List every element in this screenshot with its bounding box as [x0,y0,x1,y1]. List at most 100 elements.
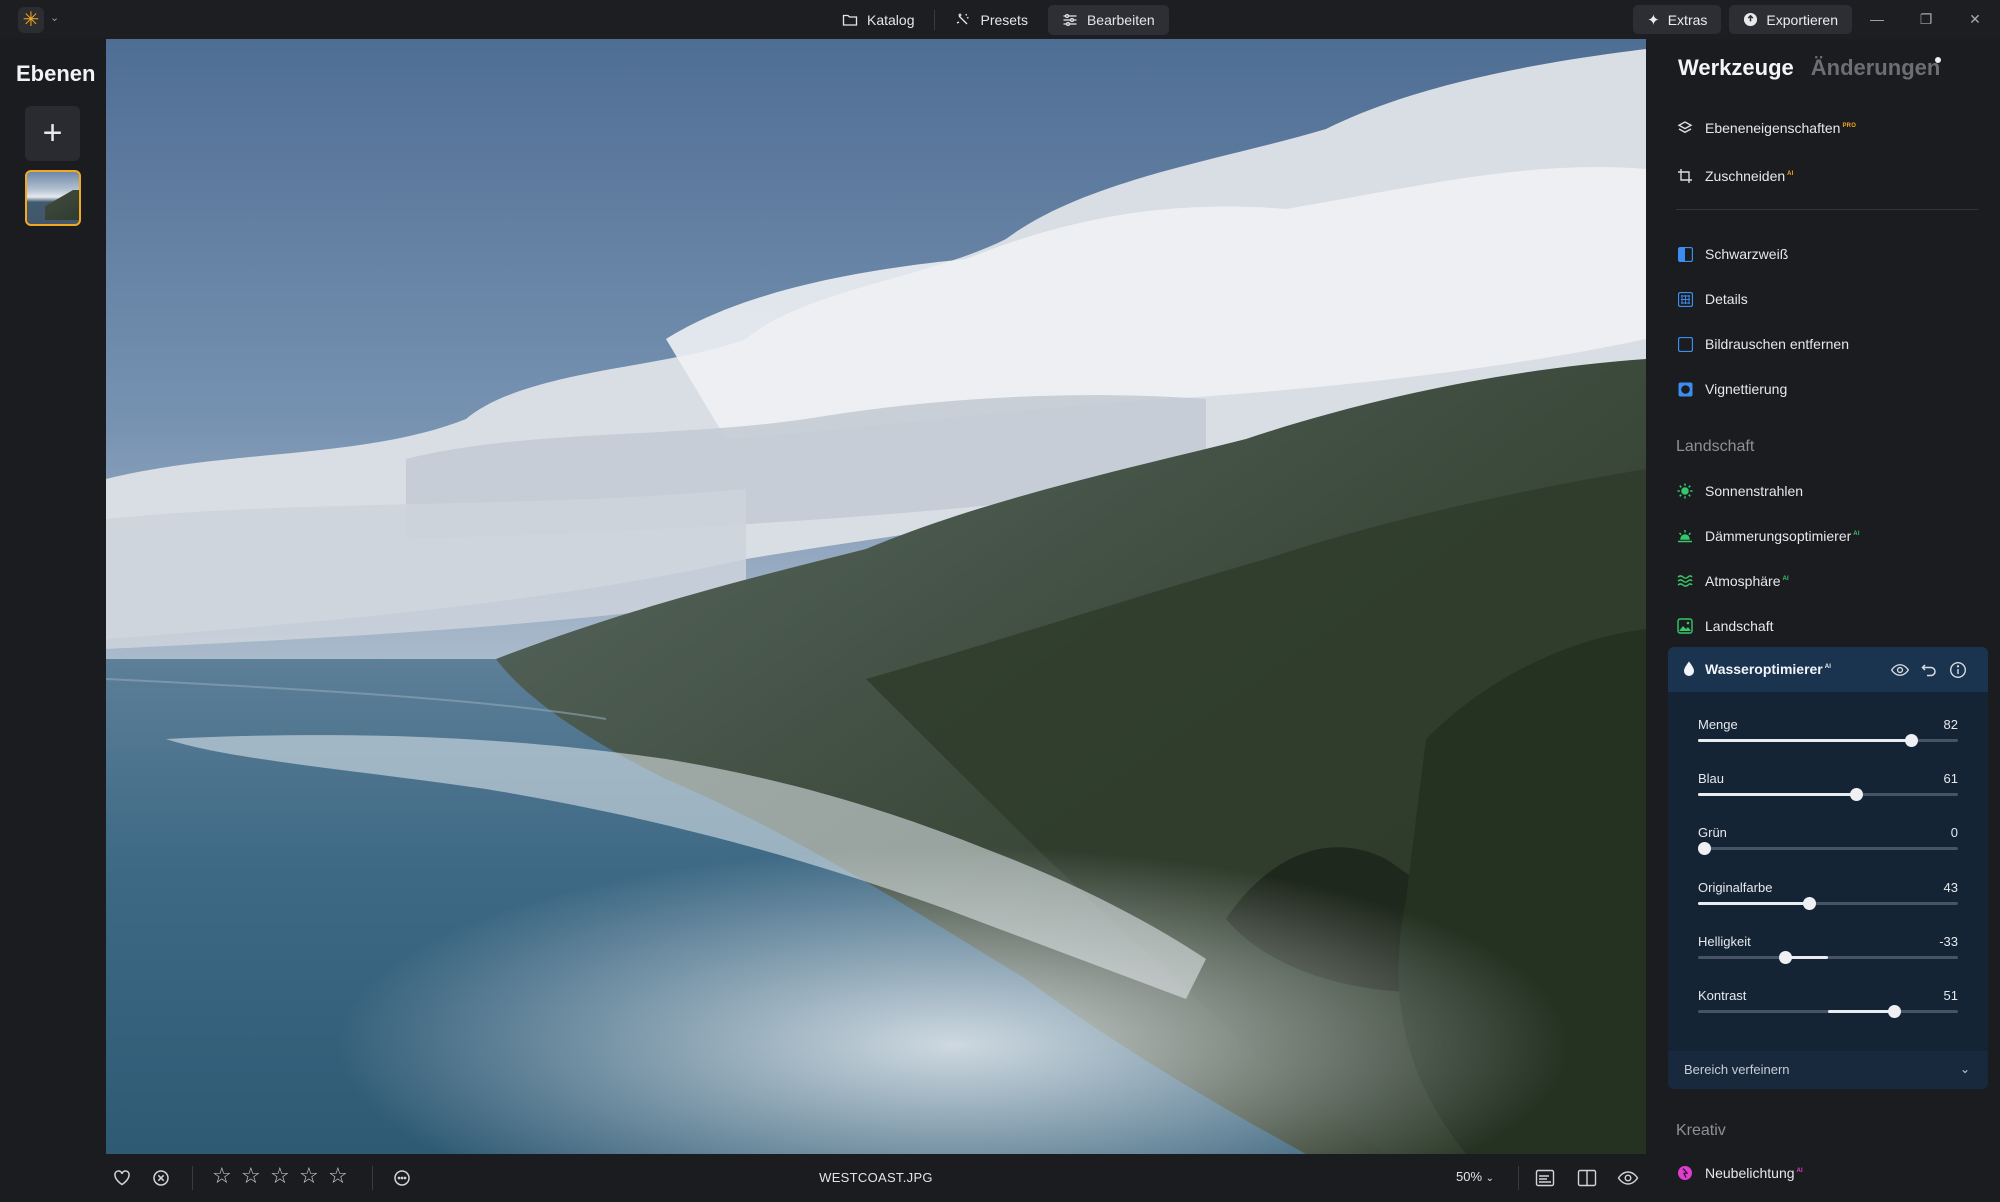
tool-neubelichtung[interactable]: Neubelichtung AI [1676,1161,1803,1185]
tool-ebeneneigenschaften[interactable]: Ebeneneigenschaften PRO [1676,116,1856,140]
slider-menge[interactable]: Menge 82 [1698,717,1958,757]
tool-sonnenstrahlen[interactable]: Sonnenstrahlen [1676,479,1803,503]
photo-westcoast [106,39,1646,1154]
minimize-icon[interactable]: — [1866,8,1888,30]
tab-aenderungen[interactable]: Änderungen [1811,55,1941,81]
ai-badge: AI [1787,171,1794,178]
more-options-icon[interactable] [391,1167,413,1189]
chevron-down-icon[interactable]: ⌄ [50,11,59,24]
tool-schwarzweiss[interactable]: Schwarzweiß [1676,242,1788,266]
app-logo-icon[interactable]: ✳ [18,7,44,33]
slider-value: 51 [1943,988,1958,1003]
tool-label: Vignettierung [1705,381,1788,397]
mode-presets-label: Presets [980,12,1028,28]
wasseroptimierer-header[interactable]: Wasseroptimierer AI [1668,647,1988,692]
slider-blau[interactable]: Blau 61 [1698,771,1958,811]
slider-fill [1698,793,1857,796]
compare-split-icon[interactable] [1576,1167,1598,1189]
mode-katalog-button[interactable]: Katalog [828,5,928,35]
ai-badge: AI [1782,576,1789,583]
slider-handle[interactable] [1904,734,1918,747]
slider-track[interactable] [1698,956,1958,959]
slider-gruen[interactable]: Grün 0 [1698,825,1958,865]
tool-daemmerungsoptimierer[interactable]: Dämmerungsoptimierer AI [1676,524,1860,548]
refine-area-dropdown[interactable]: Bereich verfeinern ⌄ [1668,1051,1988,1089]
tool-bildrauschen[interactable]: Bildrauschen entfernen [1676,332,1849,356]
slider-fill [1698,902,1810,905]
slider-handle[interactable] [1803,897,1817,910]
layers-icon [1676,119,1694,137]
slider-helligkeit[interactable]: Helligkeit -33 [1698,934,1958,974]
star-icon[interactable]: ☆ [270,1165,292,1187]
visibility-eye-icon[interactable] [1889,659,1911,681]
image-canvas[interactable] [106,39,1646,1154]
changes-indicator-dot [1935,57,1941,63]
tool-label: Schwarzweiß [1705,246,1789,262]
zoom-dropdown[interactable]: 50% ⌄ [1456,1169,1494,1184]
tool-landschaft[interactable]: Landschaft [1676,614,1774,638]
slider-originalfarbe[interactable]: Originalfarbe 43 [1698,880,1958,920]
star-icon[interactable]: ☆ [212,1165,234,1187]
star-icon[interactable]: ☆ [241,1165,263,1187]
reject-icon[interactable] [150,1167,172,1189]
tool-zuschneiden[interactable]: Zuschneiden AI [1676,164,1794,188]
undo-icon[interactable] [1918,659,1940,681]
close-icon[interactable]: ✕ [1964,8,1986,30]
slider-value: 43 [1943,880,1958,895]
refine-area-label: Bereich verfeinern [1684,1062,1790,1077]
tool-label: Dämmerungsoptimierer [1705,528,1852,544]
slider-label: Grün [1698,825,1727,840]
slider-value: 82 [1943,717,1958,732]
slider-value: 61 [1943,771,1958,786]
slider-track[interactable] [1698,847,1958,850]
pro-badge: PRO [1842,123,1857,130]
ai-badge: AI [1796,1168,1803,1175]
slider-handle[interactable] [1850,788,1864,801]
histogram-icon[interactable] [1534,1167,1556,1189]
waves-icon [1676,572,1694,590]
rating-stars: ☆ ☆ ☆ ☆ ☆ [212,1165,350,1187]
sunrise-icon [1676,527,1694,545]
tool-details[interactable]: Details [1676,287,1748,311]
slider-handle[interactable] [1887,1005,1901,1018]
slider-kontrast[interactable]: Kontrast 51 [1698,988,1958,1028]
tool-vignettierung[interactable]: Vignettierung [1676,377,1787,401]
heart-icon[interactable] [111,1167,133,1189]
mode-switcher: Katalog Presets Bearbeiten [828,5,1169,35]
vignette-icon [1676,380,1694,398]
slider-fill [1828,1010,1895,1013]
mode-katalog-label: Katalog [867,12,915,28]
bottom-separator [192,1166,193,1190]
bottom-bar: ☆ ☆ ☆ ☆ ☆ WESTCOAST.JPG 50% ⌄ [106,1154,1646,1202]
tools-panel: Werkzeuge Änderungen Ebeneneigenschaften… [1646,39,2000,1202]
slider-handle[interactable] [1698,842,1711,855]
tool-label: Ebeneneigenschaften [1705,120,1841,136]
info-icon[interactable] [1947,659,1969,681]
chevron-down-icon: ⌄ [1485,1173,1495,1184]
mode-presets-button[interactable]: Presets [941,5,1041,35]
sparkle-icon [957,13,970,25]
tab-werkzeuge[interactable]: Werkzeuge [1678,55,1794,81]
restore-icon[interactable]: ❐ [1915,8,1937,30]
slider-label: Blau [1698,771,1725,786]
star-icon[interactable]: ☆ [299,1165,321,1187]
mode-bearbeiten-button[interactable]: Bearbeiten [1047,5,1169,35]
add-layer-button[interactable]: + [25,106,80,161]
title-bar: ✳ ⌄ Katalog Presets Bearbeiten ✦ Extras … [0,0,2000,39]
tool-label: Atmosphäre [1705,573,1781,589]
section-landschaft: Landschaft [1676,438,1755,455]
layers-title: Ebenen [16,61,96,86]
export-button[interactable]: Exportieren [1729,5,1852,34]
tool-atmosphaere[interactable]: Atmosphäre AI [1676,569,1789,593]
details-icon [1676,290,1694,308]
slider-handle[interactable] [1778,951,1792,964]
layers-panel: Ebenen + [0,39,106,1202]
extras-button[interactable]: ✦ Extras [1633,5,1722,34]
preview-eye-icon[interactable] [1617,1167,1639,1189]
export-label: Exportieren [1766,11,1838,28]
star-icon[interactable]: ☆ [328,1165,350,1187]
chevron-down-icon: ⌄ [1959,1062,1970,1076]
wasseroptimierer-title: Wasseroptimierer [1705,661,1823,677]
slider-fill [1698,739,1912,742]
layer-thumbnail[interactable] [25,170,81,226]
